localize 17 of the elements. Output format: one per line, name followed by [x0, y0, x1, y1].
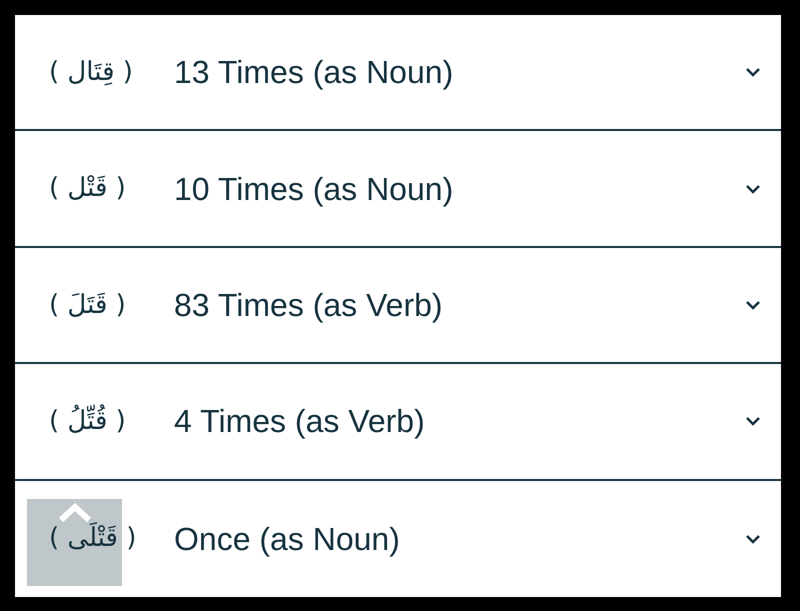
row-label: 4 Times (as Verb) [174, 402, 426, 442]
row-label: 13 Times (as Noun) [174, 53, 454, 92]
arabic-word: ( قَتْل ) [49, 172, 127, 206]
arabic-word: ( قَتَلَ ) [49, 288, 127, 322]
row-label: 83 Times (as Verb) [174, 286, 444, 326]
scroll-to-top-button[interactable] [27, 499, 122, 586]
expand-chevron-icon[interactable] [745, 534, 761, 544]
expand-chevron-icon[interactable] [745, 67, 761, 78]
expand-chevron-icon[interactable] [745, 416, 761, 426]
arabic-word: ( قُتِّلُ ) [49, 403, 127, 438]
row-label: Once (as Noun) [174, 520, 401, 559]
arabic-word: ( قَتْلَى ) [49, 521, 138, 556]
up-chevron-icon [58, 503, 92, 523]
expand-chevron-icon[interactable] [745, 184, 761, 194]
expand-chevron-icon[interactable] [745, 300, 761, 310]
arabic-word: ( قِتَال ) [49, 56, 134, 89]
row-label: 10 Times (as Noun) [174, 170, 454, 209]
